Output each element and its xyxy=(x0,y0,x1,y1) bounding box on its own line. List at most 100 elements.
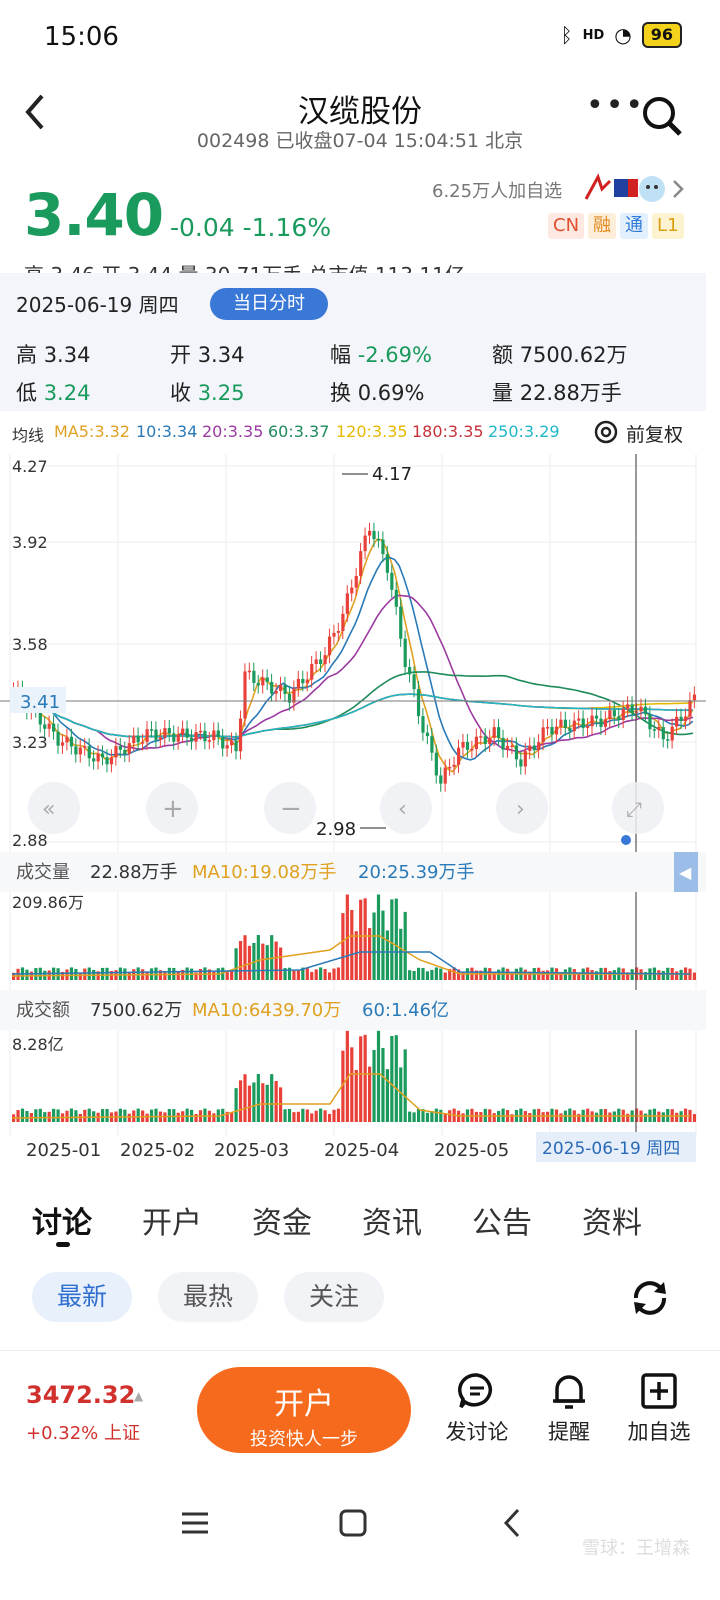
tab-discussion[interactable]: 讨论 xyxy=(32,1198,92,1242)
candle-body xyxy=(123,749,127,755)
status-icons: ᛒ HD ◔ 96 xyxy=(561,22,682,48)
candle-body xyxy=(599,718,603,727)
amount-max-label: 8.28亿 xyxy=(12,1035,64,1054)
candle-body xyxy=(207,740,211,742)
day-turnover: 换 0.69% xyxy=(330,381,425,405)
amount-bar xyxy=(390,1035,394,1122)
x-tick: 2025-04 xyxy=(324,1140,399,1161)
add-watchlist-button[interactable]: 加自选 xyxy=(614,1371,704,1446)
sort-following[interactable]: 关注 xyxy=(284,1272,384,1322)
amount-bar xyxy=(38,1108,42,1122)
amount-bar xyxy=(675,1112,679,1122)
tab-account[interactable]: 开户 xyxy=(142,1198,202,1242)
candle-body xyxy=(603,719,608,727)
candle-body xyxy=(56,731,60,746)
home-icon[interactable] xyxy=(338,1508,368,1542)
candle-body xyxy=(461,742,465,748)
candle-body xyxy=(492,727,496,738)
current-price-tag: 3.41 xyxy=(20,692,60,713)
kline-svg[interactable]: 3.41 4.27 3.92 3.58 3.23 2.88 4.17 2.98 … xyxy=(0,450,706,1165)
candle-body xyxy=(465,742,470,750)
volume-bar xyxy=(234,948,238,980)
kline-chart[interactable]: 3.41 4.27 3.92 3.58 3.23 2.88 4.17 2.98 … xyxy=(0,450,706,1165)
volume-bar xyxy=(363,898,367,980)
day-low: 低 3.24 xyxy=(16,381,91,405)
sort-latest[interactable]: 最新 xyxy=(32,1272,132,1322)
amount-bar xyxy=(385,1069,389,1122)
amount-bar xyxy=(359,1036,363,1122)
candle-body xyxy=(550,727,554,735)
candle-body xyxy=(523,750,527,767)
amount-bar xyxy=(274,1080,278,1122)
more-icon[interactable]: ••• xyxy=(586,88,645,123)
candle-body xyxy=(96,753,100,762)
index-value[interactable]: 3472.32 xyxy=(26,1381,135,1409)
amount-bar xyxy=(403,1049,407,1122)
candle-body xyxy=(270,681,274,694)
double-chevron-left-icon: « xyxy=(42,797,55,822)
amount-bar xyxy=(443,1114,447,1122)
candle-body xyxy=(92,758,96,762)
candle-body xyxy=(519,759,523,767)
candle-body xyxy=(425,732,430,737)
badge-logos[interactable] xyxy=(580,171,688,207)
back-nav-icon[interactable] xyxy=(498,1508,528,1542)
amount-bar xyxy=(20,1108,25,1122)
watchers-count[interactable]: 6.25万人加自选 xyxy=(432,177,562,203)
candle-body xyxy=(203,730,207,742)
volume-bar xyxy=(323,969,327,980)
tag-l1: L1 xyxy=(652,213,684,239)
volume-bar xyxy=(590,969,594,980)
x-tick: 2025-03 xyxy=(214,1140,289,1161)
candle-body xyxy=(675,716,679,727)
amount-bar xyxy=(430,1111,434,1122)
tab-profile[interactable]: 资料 xyxy=(582,1198,642,1242)
candle-body xyxy=(136,735,140,743)
amount-bar xyxy=(559,1113,563,1122)
day-high: 高 3.34 xyxy=(16,343,91,367)
amount-bar xyxy=(194,1114,198,1122)
open-account-subtitle: 投资快人一步 xyxy=(250,1429,358,1450)
refresh-icon[interactable] xyxy=(628,1276,672,1324)
adjust-button[interactable]: 前复权 xyxy=(626,420,683,447)
candle-body xyxy=(238,718,243,752)
volume-bar xyxy=(305,968,309,980)
volume-bar xyxy=(74,968,78,980)
candle-body xyxy=(274,690,278,694)
candle-body xyxy=(586,726,590,728)
alert-button[interactable]: 提醒 xyxy=(524,1371,614,1446)
candle-body xyxy=(688,700,692,717)
search-icon[interactable] xyxy=(640,94,684,138)
ma10-value: 10:3.34 xyxy=(136,422,198,441)
amount-bar xyxy=(172,1109,176,1122)
tab-announcements[interactable]: 公告 xyxy=(472,1198,532,1242)
sort-hot[interactable]: 最热 xyxy=(158,1272,258,1322)
candle-body xyxy=(577,718,581,721)
open-account-button[interactable]: 开户 投资快人一步 xyxy=(197,1367,411,1453)
menu-icon[interactable] xyxy=(180,1508,210,1542)
tab-news[interactable]: 资讯 xyxy=(362,1198,422,1242)
volume-bar xyxy=(425,971,430,980)
candle-body xyxy=(118,746,122,750)
amount-bar xyxy=(270,1074,274,1122)
volume-bar xyxy=(176,971,180,980)
volume-bar xyxy=(657,970,661,980)
volume-bar xyxy=(546,970,550,980)
candle-body xyxy=(666,739,670,741)
tab-funds[interactable]: 资金 xyxy=(252,1198,312,1242)
open-account-title: 开户 xyxy=(274,1387,334,1422)
candle-body xyxy=(443,767,447,784)
candle-body xyxy=(372,530,376,540)
candle-body xyxy=(230,740,234,746)
intraday-button[interactable]: 当日分时 xyxy=(210,288,328,320)
index-change: +0.32% 上证 xyxy=(26,1423,140,1444)
post-discussion-button[interactable]: 发讨论 xyxy=(432,1371,522,1446)
amount-bar xyxy=(394,1035,398,1122)
volume-bar xyxy=(341,913,345,980)
settings-icon[interactable] xyxy=(592,418,620,450)
volume-bar xyxy=(376,894,381,980)
candle-body xyxy=(194,732,198,742)
candle-body xyxy=(617,716,621,720)
candle-body xyxy=(305,679,309,684)
amount-value: 7500.62万 xyxy=(90,1000,182,1021)
